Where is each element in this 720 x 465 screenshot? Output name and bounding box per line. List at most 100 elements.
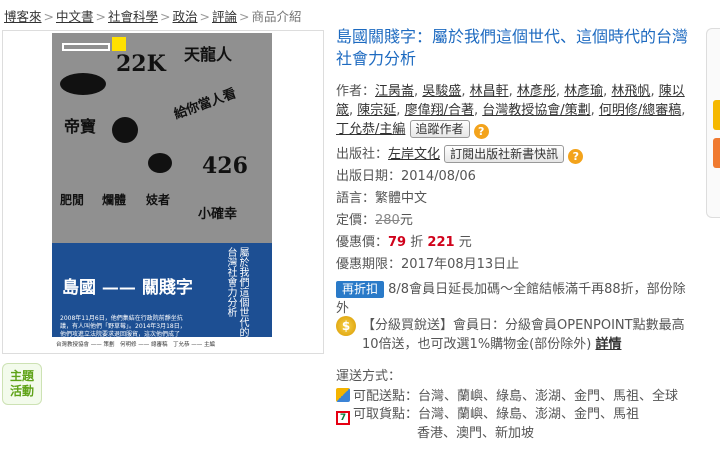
cover-word-22k: 22K	[116, 51, 166, 77]
cover-whale-graphic	[60, 73, 106, 95]
cover-vertical-subtitle: 屬於我們這個世代的台灣社會力分析	[225, 247, 248, 337]
cover-search-box-graphic	[62, 43, 110, 51]
delivery-title: 運送方式：	[336, 369, 402, 384]
author-separator: ,	[396, 103, 405, 118]
author-link[interactable]: 台灣教授協會/策劃	[482, 103, 590, 118]
publish-date: 2014/08/06	[401, 169, 476, 184]
cover-word-xiaoquexing: 小確幸	[198, 207, 238, 222]
cover-word-jizhe: 妓者	[146, 193, 171, 207]
author-separator: ,	[461, 84, 470, 99]
author-separator: ,	[555, 84, 565, 99]
breadcrumb-separator: >	[95, 9, 106, 24]
cover-frame: 22K 天龍人 帝寶 給你當人看 426 肥閒 爛體 妓者 小確幸 島國 —— …	[2, 30, 324, 354]
cover-word-qiangti: 爛體	[102, 193, 127, 207]
add-to-cart-button-edge[interactable]	[713, 138, 720, 168]
ship-label: 可配送點：	[353, 389, 419, 404]
list-price-label: 定價：	[336, 213, 376, 228]
author-link[interactable]: 林彥瑜	[564, 84, 603, 99]
breadcrumb-item-chinese-books[interactable]: 中文書	[56, 9, 94, 24]
breadcrumb-item-books-com[interactable]: 博客來	[4, 9, 42, 24]
sale-price: 221	[427, 235, 455, 250]
language-label: 語言：	[336, 191, 376, 206]
repeat-discount-badge[interactable]: 再折扣	[336, 281, 385, 298]
cover-word-426: 426	[202, 153, 248, 179]
promo-block: $ 【分級買銳送】會員日：分級會員OPENPOINT點數最高10倍送，也可改選1…	[336, 316, 696, 354]
author-separator: ,	[650, 84, 659, 99]
author-link[interactable]: 江昺崙	[375, 84, 414, 99]
pickup-areas: 台灣、蘭嶼、綠島、澎湖、金門、馬祖	[418, 407, 640, 422]
product-title: 島國關賤字：屬於我們這個世代、這個時代的台灣社會力分析	[336, 27, 689, 68]
publisher-link[interactable]: 左岸文化	[388, 147, 440, 162]
breadcrumb-separator: >	[199, 9, 210, 24]
list-price-unit: 元	[399, 213, 413, 228]
promo-detail-link[interactable]: 詳情	[595, 337, 621, 352]
discount-rate: 79	[388, 235, 407, 250]
breadcrumb-item-social-science[interactable]: 社會科學	[108, 9, 158, 24]
delivery-block: 運送方式： 可配送點：台灣、蘭嶼、綠島、澎湖、金門、馬祖、全球 7 可取貨點：台灣…	[336, 368, 706, 443]
product-detail: 島國關賤字：屬於我們這個世代、這個時代的台灣社會力分析 作者：江昺崙, 吳駿盛,…	[336, 26, 696, 318]
breadcrumb: 博客來 > 中文書 > 社會科學 > 政治 > 評論 > 商品介紹	[4, 6, 302, 25]
theme-button-line2: 活動	[9, 384, 34, 398]
ship-areas: 台灣、蘭嶼、綠島、澎湖、金門、馬祖、全球	[418, 389, 679, 404]
sale-price-label: 優惠價：	[336, 235, 389, 250]
breadcrumb-current: 商品介紹	[251, 9, 302, 24]
help-icon[interactable]: ?	[568, 149, 584, 164]
delivery-ship-row: 可配送點：台灣、蘭嶼、綠島、澎湖、金門、馬祖、全球	[336, 388, 706, 406]
period-row: 優惠期限：2017年08月13日止	[336, 255, 696, 274]
author-link[interactable]: 何明修/總審稿	[599, 103, 681, 118]
follow-author-button[interactable]: 追蹤作者	[409, 120, 470, 138]
date-label: 出版日期：	[336, 169, 402, 184]
author-label: 作者：	[336, 84, 376, 99]
theme-button-line1: 主題	[9, 369, 34, 383]
subscribe-publisher-button[interactable]: 訂閱出版社新書快訊	[444, 145, 565, 163]
coin-icon: $	[336, 316, 356, 336]
cover-head-graphic	[112, 117, 138, 143]
help-icon[interactable]: ?	[473, 124, 489, 139]
cover-word-tianlong: 天龍人	[184, 45, 233, 64]
breadcrumb-item-politics[interactable]: 政治	[173, 9, 198, 24]
publisher-row: 出版社：左岸文化 訂閱出版社新書快訊 ?	[336, 145, 696, 164]
author-separator: ,	[473, 103, 483, 118]
discount-unit: 折	[410, 235, 424, 250]
author-separator: ,	[681, 103, 686, 118]
cover-figure-graphic	[148, 153, 172, 173]
author-row: 作者：江昺崙, 吳駿盛, 林昌軒, 林彥彤, 林彥瑜, 林飛帆, 陳以箴, 陳宗…	[336, 82, 696, 139]
cover-word-feijian: 肥閒	[60, 193, 85, 207]
breadcrumb-separator: >	[43, 9, 54, 24]
author-list: 江昺崙, 吳駿盛, 林昌軒, 林彥彤, 林彥瑜, 林飛帆, 陳以箴, 陳宗延, …	[336, 84, 685, 137]
repeat-discount-text: 8/8會員日延長加碼～全館結帳滿千再88折，部份除外	[336, 282, 686, 316]
sale-price-row: 優惠價：79 折 221 元	[336, 233, 696, 252]
book-cover-image[interactable]: 22K 天龍人 帝寶 給你當人看 426 肥閒 爛體 妓者 小確幸 島國 —— …	[52, 33, 272, 351]
cover-word-dibao: 帝寶	[64, 117, 97, 136]
date-row: 出版日期：2014/08/06	[336, 167, 696, 186]
cover-footer-credits: 台灣教授協會 —— 策劃 何明修 —— 總審稿 丁允恭 —— 主編	[52, 337, 272, 351]
package-icon	[336, 388, 350, 402]
author-link[interactable]: 吳駿盛	[422, 84, 461, 99]
author-link[interactable]: 林彥彤	[517, 84, 556, 99]
breadcrumb-item-review[interactable]: 評論	[212, 9, 237, 24]
breadcrumb-separator: >	[160, 9, 171, 24]
period-value: 2017年08月13日止	[401, 257, 520, 272]
sale-price-unit: 元	[458, 235, 472, 250]
seven-eleven-icon: 7	[336, 411, 350, 425]
cover-yellow-square-graphic	[112, 37, 126, 51]
author-link[interactable]: 林飛帆	[611, 84, 650, 99]
repeat-discount-row: 再折扣 8/8會員日延長加碼～全館結帳滿千再88折，部份除外	[336, 280, 696, 318]
period-label: 優惠期限：	[336, 257, 402, 272]
delivery-pickup-row: 7 可取貨點：台灣、蘭嶼、綠島、澎湖、金門、馬祖	[336, 406, 706, 425]
promo-text: 【分級買銳送】會員日：分級會員OPENPOINT點數最高10倍送，也可改選1%購…	[362, 318, 685, 352]
buy-now-button-edge[interactable]	[713, 100, 720, 130]
theme-activity-button[interactable]: 主題 活動	[2, 363, 42, 405]
author-link[interactable]: 廖偉翔/合著	[405, 103, 474, 118]
pickup-areas-overseas: 香港、澳門、新加坡	[417, 426, 535, 441]
pickup-label: 可取貨點：	[353, 407, 419, 422]
author-separator: ,	[590, 103, 599, 118]
author-link[interactable]: 丁允恭/主編	[336, 122, 405, 137]
author-link[interactable]: 林昌軒	[470, 84, 509, 99]
list-price-row: 定價：280元	[336, 211, 696, 230]
list-price: 280	[375, 213, 400, 228]
breadcrumb-separator: >	[239, 9, 250, 24]
author-link[interactable]: 陳宗延	[357, 103, 396, 118]
language-row: 語言：繁體中文	[336, 189, 696, 208]
cover-title: 島國 —— 關賤字	[62, 278, 193, 298]
